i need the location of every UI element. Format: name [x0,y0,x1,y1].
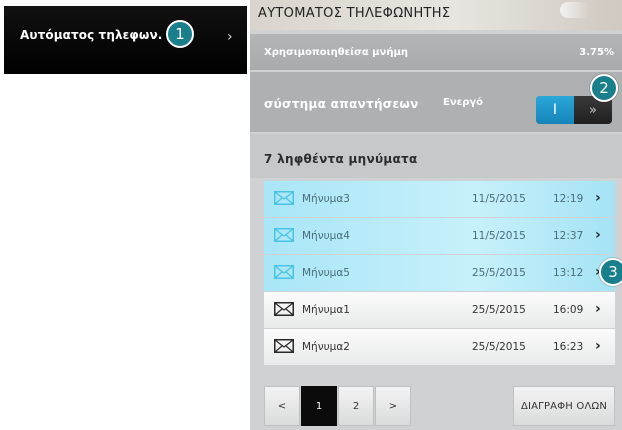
memory-value: 3.75% [579,47,614,58]
memory-label: Χρησιμοποιηθείσα μνήμη [264,47,408,58]
panel-header: ΑΥΤΟΜΑΤΟΣ ΤΗΛΕΦΩΝΗΤΗΣ [250,0,622,30]
chevron-right-icon: › [595,338,601,354]
nav-item-answering-machine[interactable]: Αυτόματος τηλεφων. › [4,6,247,74]
message-name: Μήνυμα1 [302,304,350,316]
nav-item-label: Αυτόματος τηλεφων. [20,28,163,42]
message-time: 13:12 [553,267,584,279]
messages-header: 7 ληφθέντα μηνύματα [250,134,622,178]
messages-count-label: 7 ληφθέντα μηνύματα [264,152,418,166]
next-page-button[interactable]: > [375,386,411,426]
prev-page-button[interactable]: < [264,386,300,426]
chevron-right-icon: › [595,301,601,317]
message-date: 25/5/2015 [472,304,526,316]
toggle-on-indicator: I [536,96,574,124]
header-decoration [560,2,590,18]
message-row[interactable]: Μήνυμα2 25/5/2015 16:23 › [264,329,615,365]
delete-all-button[interactable]: ΔΙΑΓΡΑΦΗ ΟΛΩΝ [513,386,615,426]
answering-system-label: σύστημα απαντήσεων [264,97,419,111]
message-time: 12:37 [553,230,584,242]
message-time: 12:19 [553,193,584,205]
message-date: 25/5/2015 [472,341,526,353]
message-name: Μήνυμα3 [302,193,350,205]
message-list: Μήνυμα3 11/5/2015 12:19 › Μήνυμα4 11/5/2… [264,181,615,366]
message-row[interactable]: Μήνυμα1 25/5/2015 16:09 › [264,292,615,328]
answering-system-status: Ενεργό [443,97,484,108]
chevron-right-icon: › [595,227,601,243]
callout-badge-2: 2 [590,74,618,102]
callout-badge-3: 3 [599,258,622,286]
message-name: Μήνυμα5 [302,267,350,279]
envelope-icon [274,191,294,205]
message-row[interactable]: Μήνυμα5 25/5/2015 13:12 › [264,255,615,291]
callout-badge-1: 1 [166,20,194,48]
memory-usage-row: Χρησιμοποιηθείσα μνήμη 3.75% [250,34,622,70]
message-date: 11/5/2015 [472,193,526,205]
message-row[interactable]: Μήνυμα3 11/5/2015 12:19 › [264,181,615,217]
chevron-right-icon: › [595,190,601,206]
envelope-icon [274,265,294,279]
message-time: 16:23 [553,341,584,353]
message-date: 25/5/2015 [472,267,526,279]
page-1-button[interactable]: 1 [301,386,337,426]
answering-machine-panel: ΑΥΤΟΜΑΤΟΣ ΤΗΛΕΦΩΝΗΤΗΣ Χρησιμοποιηθείσα μ… [250,0,622,430]
page-2-button[interactable]: 2 [338,386,374,426]
message-time: 16:09 [553,304,584,316]
envelope-icon [274,302,294,316]
chevron-right-icon: › [227,29,233,45]
envelope-icon [274,339,294,353]
message-name: Μήνυμα4 [302,230,350,242]
envelope-icon [274,228,294,242]
page-title: ΑΥΤΟΜΑΤΟΣ ΤΗΛΕΦΩΝΗΤΗΣ [258,6,451,21]
message-date: 11/5/2015 [472,230,526,242]
pagination: < 1 2 > ΔΙΑΓΡΑΦΗ ΟΛΩΝ [264,386,615,426]
message-name: Μήνυμα2 [302,341,350,353]
message-row[interactable]: Μήνυμα4 11/5/2015 12:37 › [264,218,615,254]
